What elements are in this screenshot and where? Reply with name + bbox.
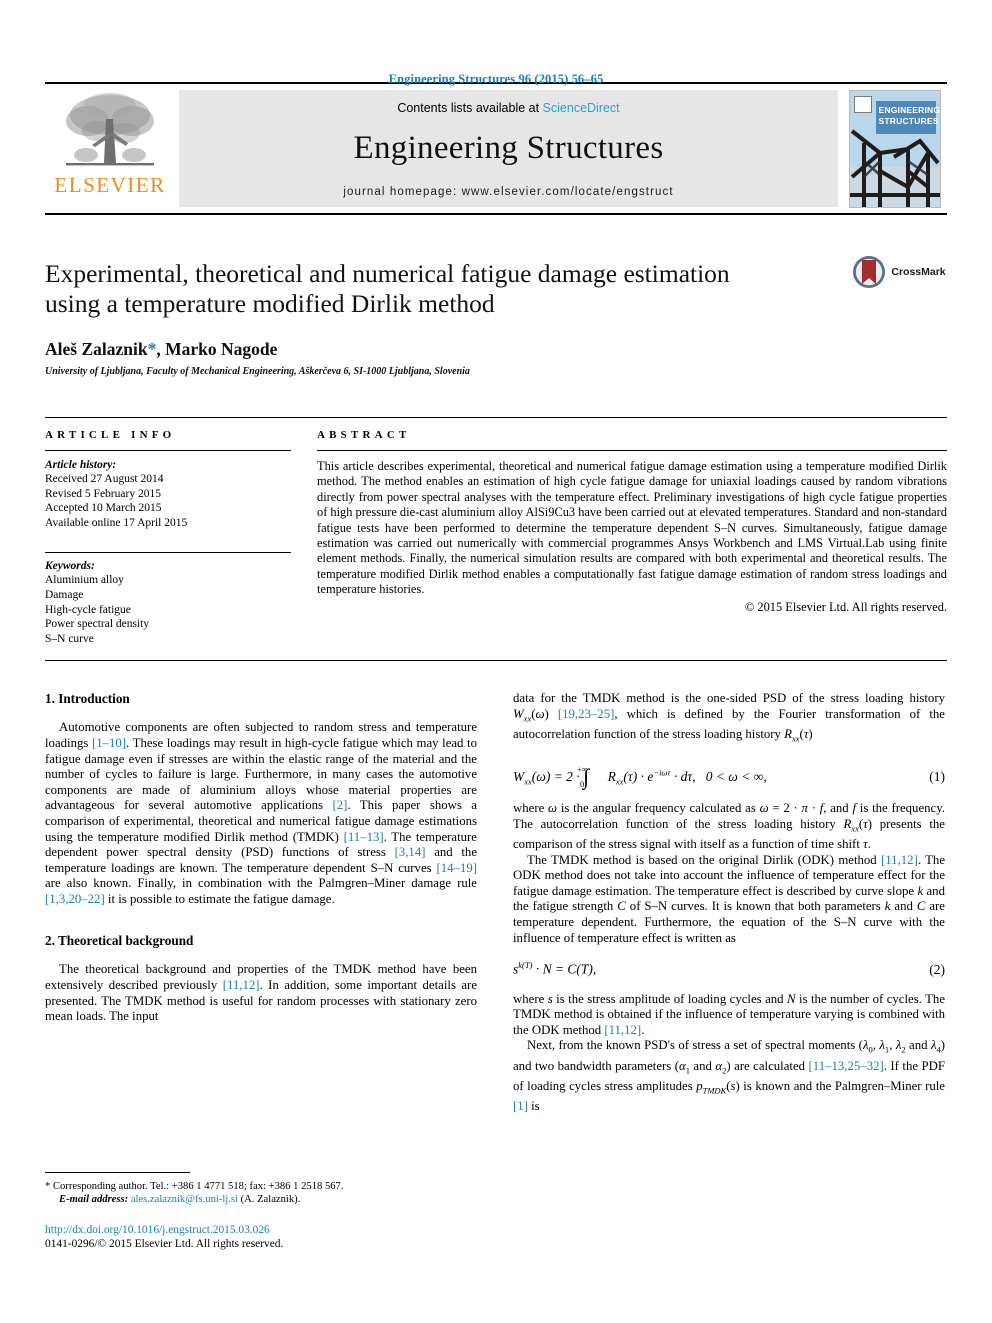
journal-panel: Contents lists available at ScienceDirec…: [179, 90, 838, 207]
citation-link[interactable]: [19,23–25]: [558, 707, 615, 721]
email-note: E-mail address: ales.zalaznik@fs.uni-lj.…: [45, 1193, 477, 1206]
article-title-line1: Experimental, theoretical and numerical …: [45, 259, 730, 288]
equation-2-number: (2): [929, 961, 945, 977]
keywords-block: Keywords: Aluminium alloy Damage High-cy…: [45, 552, 291, 646]
email-label: E-mail address:: [59, 1193, 129, 1205]
keywords-label: Keywords:: [45, 560, 95, 573]
band-bottom-rule: [45, 660, 947, 662]
keyword-item: Damage: [45, 588, 84, 601]
contents-lists-line: Contents lists available at ScienceDirec…: [397, 101, 619, 115]
affiliation: University of Ljubljana, Faculty of Mech…: [45, 366, 470, 377]
footnote-area: * Corresponding author. Tel.: +386 1 477…: [45, 1171, 477, 1252]
abstract-text: This article describes experimental, the…: [317, 459, 948, 597]
journal-cover: ENGINEERING STRUCTURES: [842, 84, 947, 213]
journal-title: Engineering Structures: [353, 130, 664, 166]
equation-2-body: sk(T) · N = C(T),: [513, 960, 597, 977]
cover-title-line1: ENGINEERING: [878, 104, 941, 115]
abstract-divider: [317, 450, 947, 451]
article-history-label: Article history:: [45, 459, 117, 471]
citation-link[interactable]: [11–13]: [344, 830, 384, 844]
keyword-item: Aluminium alloy: [45, 574, 124, 587]
abstract-heading: ABSTRACT: [317, 429, 411, 441]
cover-publisher-mark: [853, 95, 872, 113]
author-primary: Aleš Zalaznik: [45, 339, 148, 359]
email-link[interactable]: ales.zalaznik@fs.uni-lj.si: [131, 1194, 238, 1205]
doi-link[interactable]: http://dx.doi.org/10.1016/j.engstruct.20…: [45, 1223, 477, 1237]
intro-paragraph: Automotive components are often subjecte…: [45, 720, 477, 906]
elsevier-tree-icon: [66, 93, 154, 166]
equation-1-number: (1): [929, 769, 945, 785]
body-columns: 1. Introduction Automotive components ar…: [45, 691, 947, 1251]
journal-homepage-link[interactable]: journal homepage: www.elsevier.com/locat…: [343, 186, 673, 198]
crossmark-label: CrossMark: [891, 266, 946, 278]
info-divider: [45, 450, 291, 451]
section-heading-theoretical-background: 2. Theoretical background: [45, 933, 194, 949]
author-secondary: , Marko Nagode: [156, 339, 278, 359]
equation-1-body: Wxx(ω) = 2 · ∫+∞0 Rxx(τ) · e−iωτ · dτ, 0…: [513, 764, 767, 790]
history-available-online: Available online 17 April 2015: [45, 516, 188, 529]
abstract-copyright: © 2015 Elsevier Ltd. All rights reserved…: [744, 599, 947, 614]
citation-link[interactable]: [14–19]: [436, 861, 477, 875]
article-title-line2: using a temperature modified Dirlik meth…: [45, 289, 495, 318]
history-accepted: Accepted 10 March 2015: [45, 502, 162, 515]
journal-cover-thumbnail: ENGINEERING STRUCTURES: [848, 89, 941, 208]
article-page: Engineering Structures 96 (2015) 56–65 E…: [0, 0, 992, 1323]
citation-link[interactable]: [2]: [332, 798, 347, 812]
author-list: Aleš Zalaznik*, Marko Nagode: [45, 339, 947, 360]
citation-link[interactable]: [11,12]: [604, 1023, 641, 1037]
email-suffix: (A. Zalaznik).: [237, 1193, 301, 1205]
citation-link[interactable]: [1]: [513, 1099, 528, 1113]
right-paragraph-1: data for the TMDK method is the one-side…: [513, 691, 945, 744]
keywords-divider: Keywords:: [45, 552, 291, 572]
footnote-divider: [45, 1171, 190, 1173]
equation-2: sk(T) · N = C(T), (2): [513, 960, 945, 978]
right-paragraph-2: where ω is the angular frequency calcula…: [513, 801, 945, 851]
citation-link[interactable]: [1,3,20–22]: [45, 892, 105, 906]
history-received: Received 27 August 2014: [45, 473, 164, 485]
running-head: Engineering Structures 96 (2015) 56–65: [388, 72, 604, 86]
elsevier-wordmark: ELSEVIER: [54, 173, 166, 197]
crossmark-icon: [853, 256, 886, 288]
elsevier-logo: ELSEVIER: [45, 84, 175, 213]
cover-title: ENGINEERING STRUCTURES: [875, 100, 941, 134]
history-revised: Revised 5 February 2015: [45, 487, 161, 500]
keyword-item: High-cycle fatigue: [45, 603, 131, 616]
right-paragraph-5: Next, from the known PSD's of stress a s…: [513, 1038, 946, 1113]
theory-paragraph: The theoretical background and propertie…: [45, 962, 477, 1024]
issn-copyright: 0141-0296/© 2015 Elsevier Ltd. All right…: [45, 1238, 284, 1251]
corresponding-author-note: * Corresponding author. Tel.: +386 1 477…: [45, 1180, 344, 1192]
right-column: data for the TMDK method is the one-side…: [513, 691, 945, 1251]
citation-link[interactable]: [11,12]: [881, 853, 918, 867]
citation-link[interactable]: [11,12]: [223, 978, 260, 992]
journal-masthead: ELSEVIER Contents lists available at Sci…: [45, 82, 947, 215]
info-abstract-band: ARTICLE INFO Article history: Received 2…: [45, 417, 947, 646]
crossmark-badge[interactable]: CrossMark: [851, 255, 947, 289]
contents-prefix: Contents lists available at: [397, 101, 543, 115]
cover-title-line2: STRUCTURES: [878, 115, 939, 126]
keyword-item: S–N curve: [45, 632, 94, 645]
article-info-column: ARTICLE INFO Article history: Received 2…: [45, 418, 291, 646]
sciencedirect-link[interactable]: ScienceDirect: [543, 101, 620, 115]
abstract-column: ABSTRACT This article describes experime…: [317, 418, 947, 646]
equation-1: Wxx(ω) = 2 · ∫+∞0 Rxx(τ) · e−iωτ · dτ, 0…: [513, 761, 945, 790]
article-info-heading: ARTICLE INFO: [45, 429, 176, 441]
left-column: 1. Introduction Automotive components ar…: [45, 691, 477, 1251]
right-paragraph-3: The TMDK method is based on the original…: [513, 852, 945, 945]
section-heading-introduction: 1. Introduction: [45, 691, 130, 707]
page-title: Experimental, theoretical and numerical …: [45, 259, 835, 319]
keyword-item: Power spectral density: [45, 618, 150, 631]
citation-link[interactable]: [11–13,25–32]: [809, 1059, 884, 1073]
right-paragraph-4: where s is the stress amplitude of loadi…: [513, 991, 946, 1037]
title-block: CrossMark Experimental, theoretical and …: [45, 256, 947, 377]
citation-link[interactable]: [3,14]: [395, 845, 426, 859]
citation-link[interactable]: [1–10]: [92, 736, 126, 750]
